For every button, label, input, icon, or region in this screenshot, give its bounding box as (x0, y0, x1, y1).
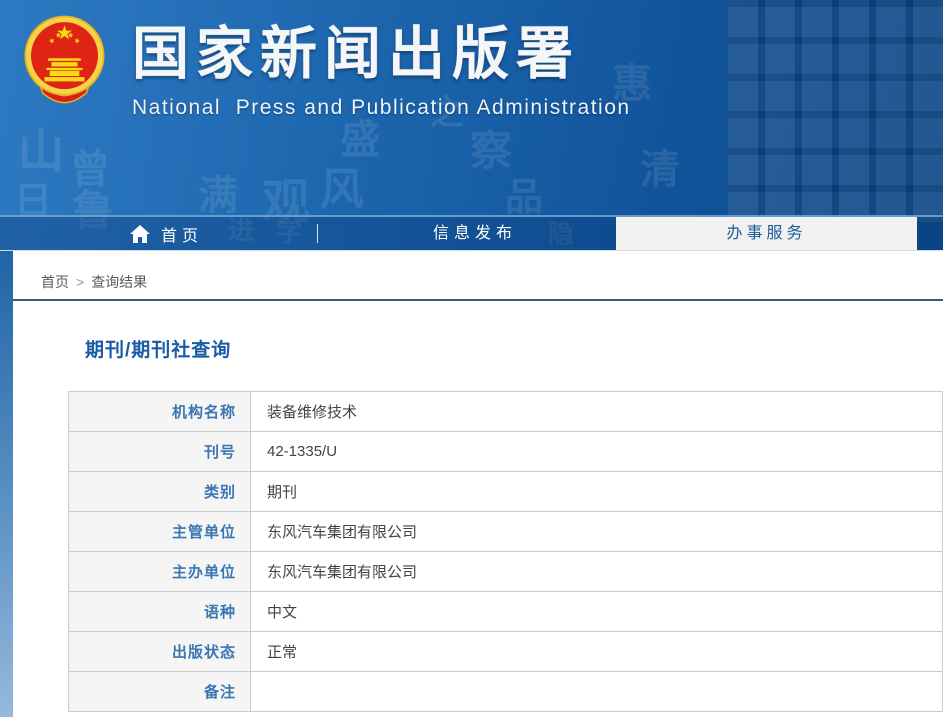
table-row: 刊号 42-1335/U (69, 432, 943, 472)
breadcrumb-divider (13, 299, 943, 301)
calligraphy-watermark: 察 (470, 130, 512, 172)
site-brand: 国家新闻出版署 National Press and Publication A… (132, 8, 631, 120)
national-emblem (21, 8, 108, 112)
nav-item-home-label: 首页 (161, 222, 203, 246)
table-row: 出版状态 正常 (69, 632, 943, 672)
row-value: 期刊 (251, 472, 943, 512)
row-value: 中文 (251, 592, 943, 632)
row-label: 语种 (69, 592, 251, 632)
table-row: 主管单位 东风汽车集团有限公司 (69, 512, 943, 552)
table-row: 机构名称 装备维修技术 (69, 392, 943, 432)
calligraphy-watermark: 风 (320, 168, 364, 212)
content-panel: 首页 > 查询结果 期刊/期刊社查询 机构名称 装备维修技术 刊号 42-1335/… (13, 251, 943, 717)
calligraphy-watermark: 盛 (340, 120, 380, 160)
row-label: 主管单位 (69, 512, 251, 552)
row-value: 东风汽车集团有限公司 (251, 512, 943, 552)
calligraphy-watermark: 清 (640, 150, 680, 190)
page-title: 期刊/期刊社查询 (85, 335, 231, 362)
calligraphy-watermark: 满 (198, 176, 238, 216)
row-label: 出版状态 (69, 632, 251, 672)
row-value: 正常 (251, 632, 943, 672)
row-value (251, 672, 943, 712)
nav-item-services-active-tab[interactable]: 办事服务 (616, 217, 917, 250)
site-header: 山 曾 日 鲁 观 满 风 盛 察 品 惠 清 隐 之 字 进 国家新闻出版署 (0, 0, 943, 251)
row-label: 备注 (69, 672, 251, 712)
main-nav: 首页 信息发布 办事服务 (0, 215, 943, 251)
table-row: 类别 期刊 (69, 472, 943, 512)
table-row: 备注 (69, 672, 943, 712)
nav-item-home[interactable]: 首页 (130, 217, 203, 250)
table-row: 主办单位 东风汽车集团有限公司 (69, 552, 943, 592)
site-subtitle: National Press and Publication Administr… (132, 96, 631, 120)
periodical-result-table: 机构名称 装备维修技术 刊号 42-1335/U 类别 期刊 主管单位 东风汽车… (68, 391, 943, 712)
nav-separator (317, 224, 318, 243)
site-title: 国家新闻出版署 (132, 8, 631, 90)
breadcrumb-separator: > (76, 274, 84, 290)
nav-item-info[interactable]: 信息发布 (433, 217, 517, 250)
row-value: 42-1335/U (251, 432, 943, 472)
home-icon (130, 225, 150, 243)
calligraphy-watermark: 山 (18, 128, 64, 174)
row-label: 机构名称 (69, 392, 251, 432)
row-label: 刊号 (69, 432, 251, 472)
row-value: 东风汽车集团有限公司 (251, 552, 943, 592)
breadcrumb: 首页 > 查询结果 (41, 272, 147, 292)
row-label: 类别 (69, 472, 251, 512)
row-label: 主办单位 (69, 552, 251, 592)
table-row: 语种 中文 (69, 592, 943, 632)
calligraphy-watermark: 品 (505, 178, 543, 216)
breadcrumb-current: 查询结果 (91, 274, 147, 290)
breadcrumb-home-link[interactable]: 首页 (41, 274, 69, 290)
calligraphy-watermark: 曾 (70, 150, 110, 190)
seal-grid-pattern (728, 0, 943, 222)
row-value: 装备维修技术 (251, 392, 943, 432)
